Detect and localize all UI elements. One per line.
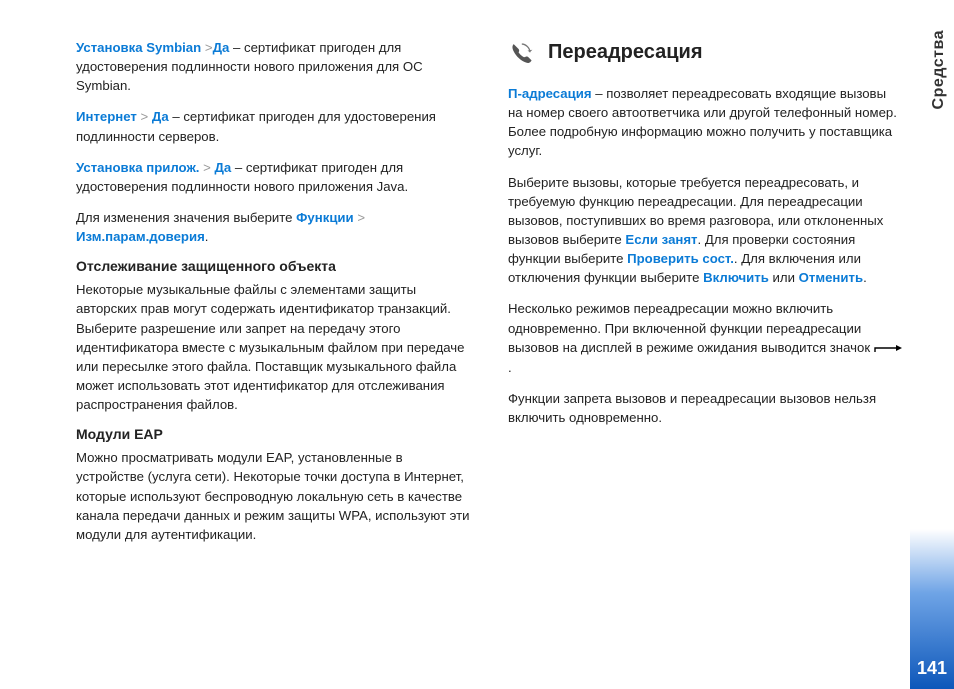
link-yes: Да: [152, 109, 169, 124]
link-enable: Включить: [703, 270, 769, 285]
left-column: Установка Symbian >Да – сертификат приго…: [76, 38, 472, 556]
content-columns: Установка Symbian >Да – сертификат приго…: [76, 38, 906, 556]
manual-page: Установка Symbian >Да – сертификат приго…: [0, 0, 954, 689]
text: или: [769, 270, 799, 285]
para-internet: Интернет > Да – сертификат пригоден для …: [76, 107, 472, 145]
call-forward-icon: [508, 40, 534, 66]
page-number: 141: [910, 658, 954, 679]
link-change-trust: Изм.парам.доверия: [76, 229, 205, 244]
link-check-status: Проверить сост.: [627, 251, 734, 266]
right-column: Переадресация П-адресация – позволяет пе…: [508, 38, 904, 556]
link-app-install: Установка прилож.: [76, 160, 199, 175]
para-app-install: Установка прилож. > Да – сертификат приг…: [76, 158, 472, 196]
text: Несколько режимов переадресации можно вк…: [508, 301, 874, 354]
text: Для изменения значения выберите: [76, 210, 296, 225]
side-label: Средства: [930, 30, 948, 109]
section-title: Переадресация: [548, 38, 702, 70]
text: .: [205, 229, 209, 244]
heading-eap: Модули EAP: [76, 426, 472, 442]
para-symbian: Установка Symbian >Да – сертификат приго…: [76, 38, 472, 95]
link-cancel: Отменить: [799, 270, 863, 285]
para-tracking: Некоторые музыкальные файлы с элементами…: [76, 280, 472, 414]
section-title-row: Переадресация: [508, 38, 904, 70]
link-if-busy: Если занят: [625, 232, 697, 247]
link-functions: Функции: [296, 210, 353, 225]
para-change-value: Для изменения значения выберите Функции …: [76, 208, 472, 246]
separator: >: [354, 210, 365, 225]
link-forwarding: П-адресация: [508, 86, 592, 101]
para-forward-select: Выберите вызовы, которые требуется переа…: [508, 173, 904, 288]
para-forwarding-intro: П-адресация – позволяет переадресовать в…: [508, 84, 904, 161]
side-strip: Средства 141: [910, 0, 954, 689]
para-forward-restrict: Функции запрета вызовов и переадресации …: [508, 389, 904, 427]
forward-indicator-icon: [874, 339, 904, 358]
para-eap: Можно просматривать модули EAP, установл…: [76, 448, 472, 544]
link-yes: Да: [213, 40, 230, 55]
link-symbian: Установка Symbian: [76, 40, 201, 55]
text: .: [508, 360, 512, 375]
text: .: [863, 270, 867, 285]
para-forward-modes: Несколько режимов переадресации можно вк…: [508, 299, 904, 377]
link-internet: Интернет: [76, 109, 137, 124]
link-yes: Да: [214, 160, 231, 175]
separator: >: [199, 160, 214, 175]
heading-tracking: Отслеживание защищенного объекта: [76, 258, 472, 274]
separator: >: [201, 40, 212, 55]
separator: >: [137, 109, 152, 124]
